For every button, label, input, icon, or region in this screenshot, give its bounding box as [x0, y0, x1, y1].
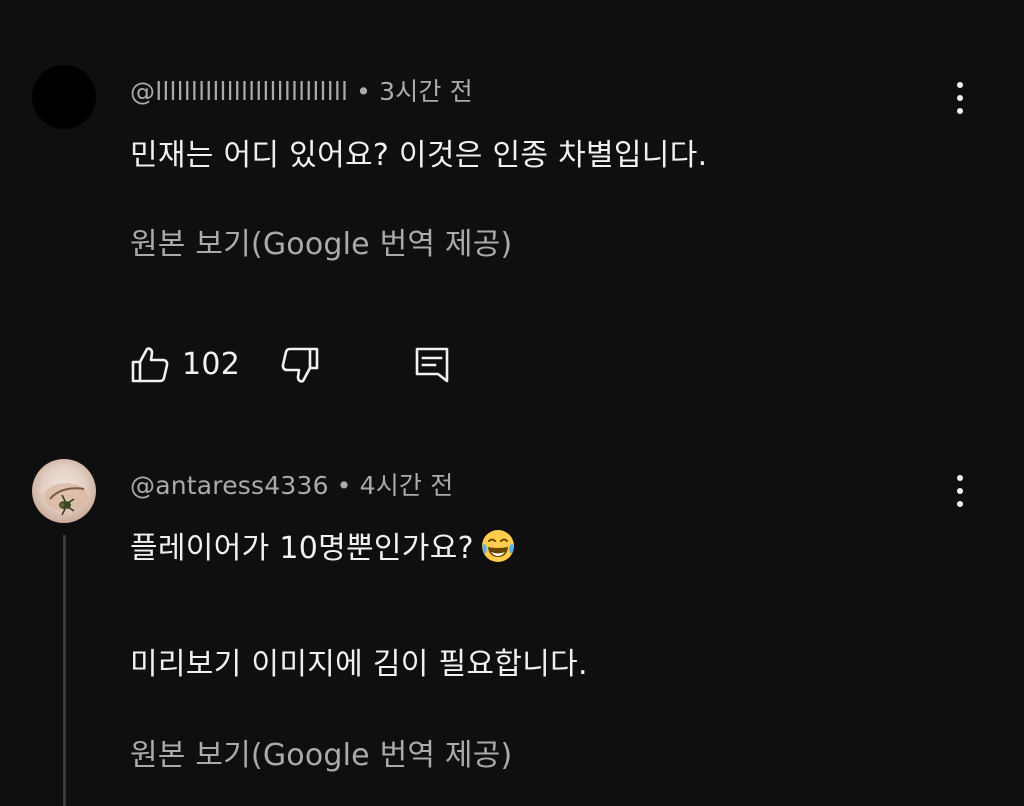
comment-text: 플레이어가 10명뿐인가요? — [130, 531, 474, 566]
thread-line — [63, 535, 66, 806]
comment-meta: @antaress4336 • 4시간 전 — [130, 466, 453, 502]
comment-text-line-2: 미리보기 이미지에 김이 필요합니다. — [130, 647, 588, 682]
avatar-image — [44, 483, 88, 516]
more-vert-icon[interactable] — [942, 469, 978, 513]
comment-2: @antaress4336 • 4시간 전 플레이어가 10명뿐인가요? 미리보기 … — [0, 0, 1024, 806]
comments-section: @lllllllllllllllllllllllllll • 3시간 전 민재는 어… — [0, 0, 1024, 806]
username[interactable]: @antaress4336 — [130, 471, 329, 500]
comment-text-line-1: 플레이어가 10명뿐인가요? — [130, 523, 516, 567]
view-original-link[interactable]: 원본 보기(Google 번역 제공) — [130, 730, 512, 774]
separator: • — [336, 471, 352, 500]
tears-of-joy-emoji-icon — [481, 530, 514, 562]
avatar[interactable] — [32, 459, 96, 523]
timestamp[interactable]: 4시간 전 — [360, 471, 454, 500]
